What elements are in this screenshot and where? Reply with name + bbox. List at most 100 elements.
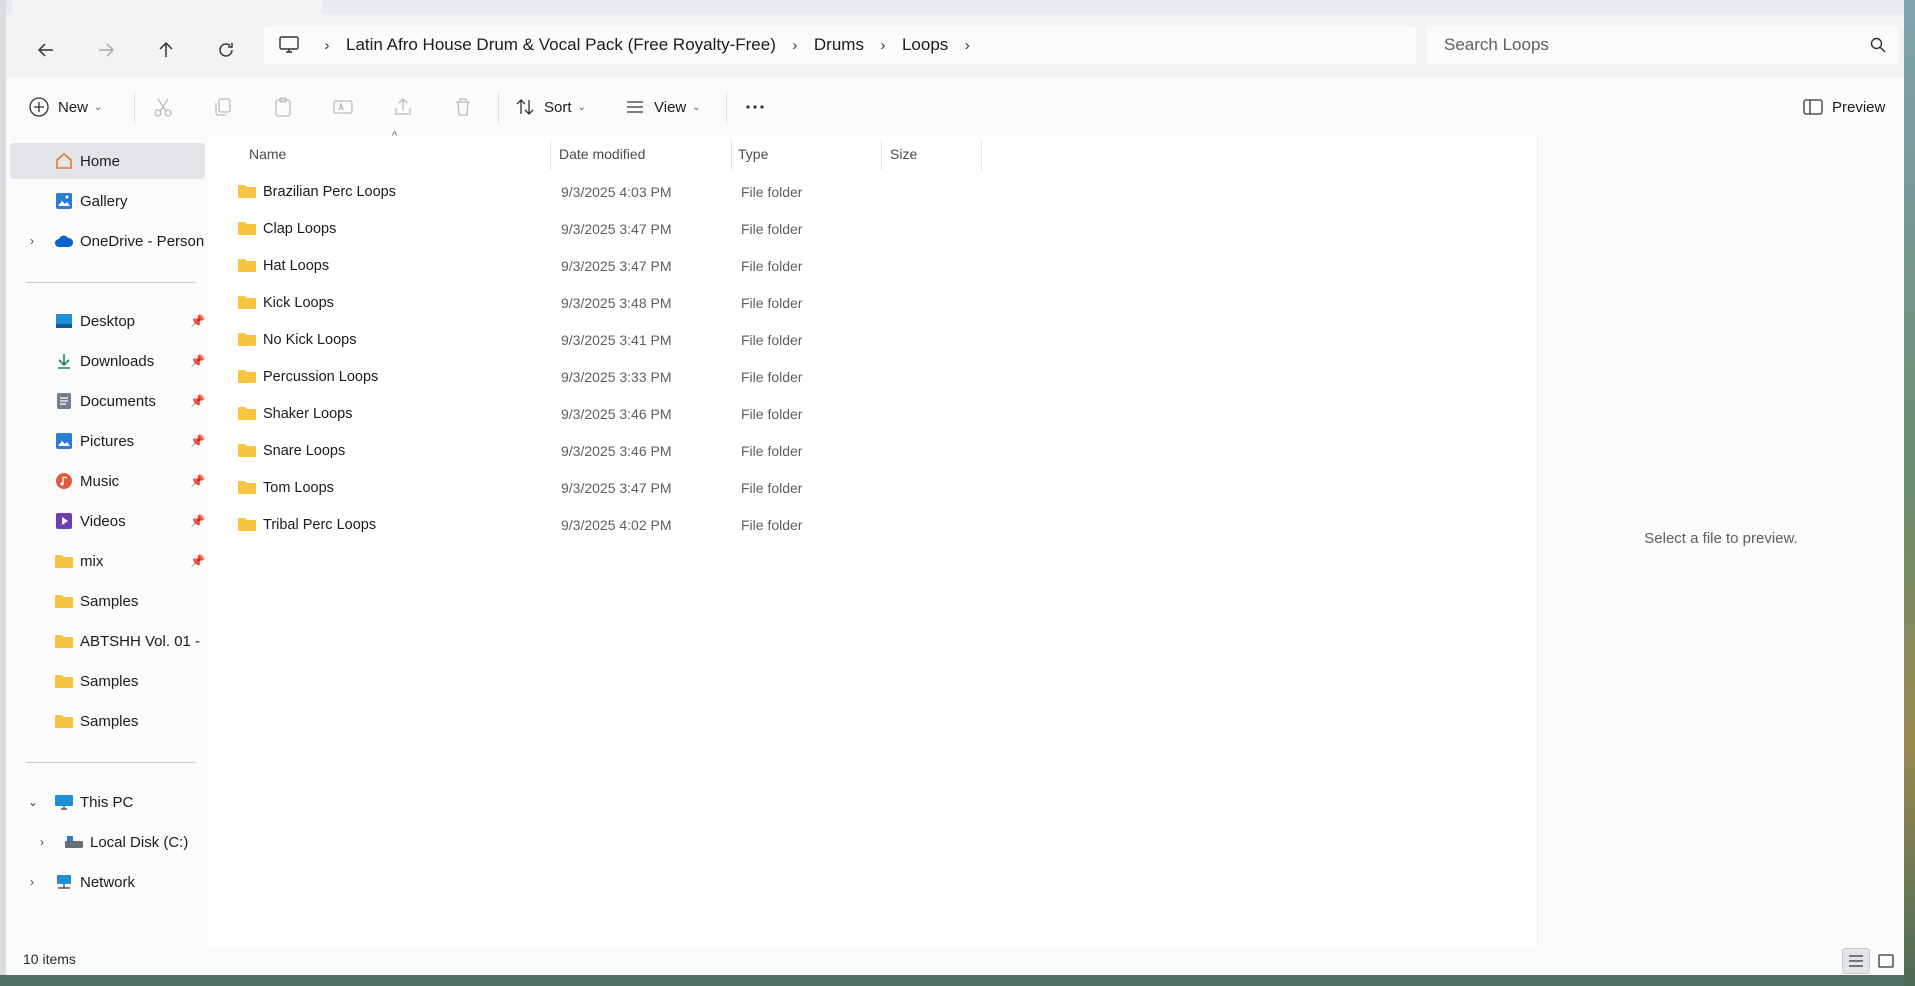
preview-pane-button[interactable]: Preview xyxy=(1802,91,1885,123)
new-label: New xyxy=(58,98,89,116)
delete-button[interactable] xyxy=(452,91,474,123)
chevron-right-icon[interactable]: › xyxy=(40,835,54,849)
breadcrumb-loops[interactable]: Loops xyxy=(896,35,954,55)
divider xyxy=(26,762,196,763)
refresh-button[interactable] xyxy=(208,32,244,68)
pin-icon[interactable]: 📌 xyxy=(190,314,205,328)
tab-loops[interactable] xyxy=(12,0,322,14)
table-row[interactable]: Tom Loops 9/3/2025 3:47 PM File folder xyxy=(231,469,1191,506)
search-input[interactable]: Search Loops xyxy=(1426,35,1858,55)
file-type: File folder xyxy=(741,331,803,348)
sidebar-item-mix[interactable]: mix 📌 xyxy=(10,543,205,579)
tiles-view-button[interactable] xyxy=(1872,948,1900,974)
search-box[interactable]: Search Loops xyxy=(1426,26,1898,64)
chevron-right-icon[interactable]: › xyxy=(314,37,340,54)
sidebar-item-samples[interactable]: Samples xyxy=(10,663,205,699)
paste-button[interactable] xyxy=(272,91,294,123)
divider xyxy=(726,92,727,124)
up-button[interactable] xyxy=(148,32,184,68)
more-options-button[interactable] xyxy=(744,91,766,123)
sidebar-item-desktop[interactable]: Desktop 📌 xyxy=(10,303,205,339)
chevron-right-icon[interactable]: › xyxy=(30,875,44,889)
file-type: File folder xyxy=(741,405,803,422)
chevron-right-icon[interactable]: › xyxy=(30,234,44,248)
table-row[interactable]: No Kick Loops 9/3/2025 3:41 PM File folder xyxy=(231,321,1191,358)
back-button[interactable] xyxy=(28,32,64,68)
folder-icon xyxy=(237,405,257,424)
onedrive-icon xyxy=(54,231,74,251)
pin-icon[interactable]: 📌 xyxy=(190,554,205,568)
sidebar-item-pictures[interactable]: Pictures 📌 xyxy=(10,423,205,459)
table-row[interactable]: Hat Loops 9/3/2025 3:47 PM File folder xyxy=(231,247,1191,284)
column-divider[interactable] xyxy=(981,140,982,170)
rename-button[interactable] xyxy=(332,91,354,123)
file-type: File folder xyxy=(741,220,803,237)
chevron-right-icon[interactable]: › xyxy=(870,37,896,54)
file-name: Kick Loops xyxy=(263,294,334,311)
breadcrumb-drums[interactable]: Drums xyxy=(808,35,870,55)
sidebar-item-downloads[interactable]: Downloads 📌 xyxy=(10,343,205,379)
sidebar-item-abtshh[interactable]: ABTSHH Vol. 01 - G xyxy=(10,623,205,659)
column-header-size[interactable]: Size xyxy=(890,136,917,172)
copy-button[interactable] xyxy=(212,91,234,123)
column-header-date[interactable]: Date modified xyxy=(559,136,645,172)
pin-icon[interactable]: 📌 xyxy=(190,354,205,368)
sidebar-item-network[interactable]: › Network xyxy=(10,864,205,900)
chevron-down-icon[interactable]: ⌄ xyxy=(28,795,42,809)
new-button[interactable]: New ⌄ xyxy=(28,91,102,123)
sidebar-item-this-pc[interactable]: ⌄ This PC xyxy=(10,784,205,820)
pin-icon[interactable]: 📌 xyxy=(190,434,205,448)
gallery-icon xyxy=(54,191,74,211)
table-row[interactable]: Snare Loops 9/3/2025 3:46 PM File folder xyxy=(231,432,1191,469)
column-divider[interactable] xyxy=(550,140,551,170)
sidebar-item-home[interactable]: Home xyxy=(10,143,205,179)
sort-ascending-icon: ^ xyxy=(392,130,398,142)
sidebar-item-local-disk[interactable]: › Local Disk (C:) xyxy=(10,824,205,860)
forward-button[interactable] xyxy=(88,32,124,68)
view-button[interactable]: View ⌄ xyxy=(624,91,701,123)
file-type: File folder xyxy=(741,294,803,311)
pin-icon[interactable]: 📌 xyxy=(190,394,205,408)
table-row[interactable]: Tribal Perc Loops 9/3/2025 4:02 PM File fo… xyxy=(231,506,1191,543)
file-name: Snare Loops xyxy=(263,442,346,459)
column-divider[interactable] xyxy=(731,140,732,170)
chevron-right-icon[interactable]: › xyxy=(782,37,808,54)
file-date: 9/3/2025 3:47 PM xyxy=(561,257,672,274)
file-type: File folder xyxy=(741,442,803,459)
sidebar-item-music[interactable]: Music 📌 xyxy=(10,463,205,499)
breadcrumb-pack[interactable]: Latin Afro House Drum & Vocal Pack (Free… xyxy=(340,35,782,55)
table-row[interactable]: Shaker Loops 9/3/2025 3:46 PM File folder xyxy=(231,395,1191,432)
cut-button[interactable] xyxy=(152,91,174,123)
pin-icon[interactable]: 📌 xyxy=(190,514,205,528)
chevron-right-icon[interactable]: › xyxy=(954,37,980,54)
folder-icon xyxy=(237,257,257,276)
column-type-label: Type xyxy=(738,146,769,162)
rename-icon xyxy=(333,100,353,114)
address-bar[interactable]: › Latin Afro House Drum & Vocal Pack (Fr… xyxy=(264,26,1416,64)
sidebar-item-label: Samples xyxy=(80,592,139,610)
file-date: 9/3/2025 3:33 PM xyxy=(561,368,672,385)
trash-icon xyxy=(456,98,470,116)
sidebar-item-videos[interactable]: Videos 📌 xyxy=(10,503,205,539)
folder-icon xyxy=(54,711,74,731)
sidebar-item-onedrive[interactable]: › OneDrive - Persona xyxy=(10,223,205,259)
details-view-button[interactable] xyxy=(1842,948,1870,974)
search-icon[interactable] xyxy=(1858,37,1898,53)
column-divider[interactable] xyxy=(881,140,882,170)
table-row[interactable]: Brazilian Perc Loops 9/3/2025 4:03 PM File… xyxy=(231,173,1191,210)
column-header-type[interactable]: Type xyxy=(738,136,768,172)
sidebar-item-documents[interactable]: Documents 📌 xyxy=(10,383,205,419)
file-type: File folder xyxy=(741,479,803,496)
sidebar-item-gallery[interactable]: Gallery xyxy=(10,183,205,219)
sort-button[interactable]: Sort ⌄ xyxy=(514,91,586,123)
column-header-name[interactable]: Name xyxy=(249,136,286,172)
share-button[interactable] xyxy=(392,91,414,123)
network-icon xyxy=(54,872,74,892)
pin-icon[interactable]: 📌 xyxy=(190,474,205,488)
sidebar-item-samples[interactable]: Samples xyxy=(10,583,205,619)
table-row[interactable]: Percussion Loops 9/3/2025 3:33 PM File fol… xyxy=(231,358,1191,395)
sidebar-item-samples[interactable]: Samples xyxy=(10,703,205,739)
music-icon xyxy=(54,471,74,491)
table-row[interactable]: Clap Loops 9/3/2025 3:47 PM File folder xyxy=(231,210,1191,247)
table-row[interactable]: Kick Loops 9/3/2025 3:48 PM File folder xyxy=(231,284,1191,321)
